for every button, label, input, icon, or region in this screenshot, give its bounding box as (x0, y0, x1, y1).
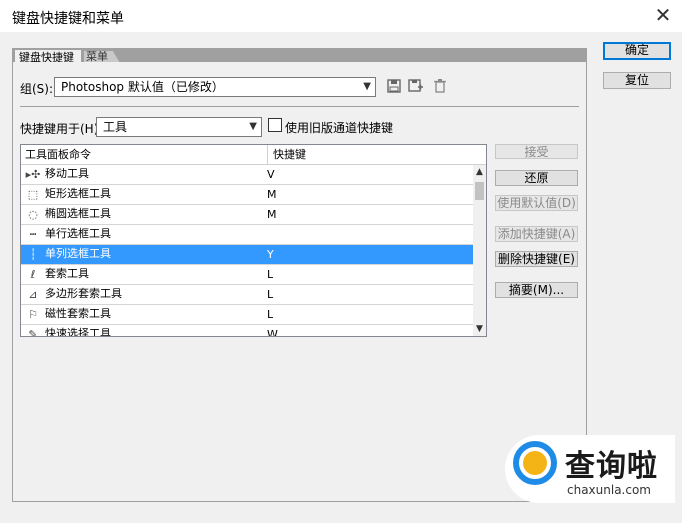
shortcut-for-select[interactable]: 工具 ▼ (96, 117, 262, 137)
move-tool-icon: ▸✣ (25, 168, 41, 181)
watermark-brand: 查询啦 (565, 449, 658, 484)
shortcut-key[interactable]: V (267, 165, 275, 185)
scroll-down-icon[interactable]: ▼ (473, 322, 486, 336)
legacy-channel-shortcuts-checkbox[interactable] (268, 118, 282, 132)
table-row[interactable]: ℓ 套索工具 L (21, 265, 473, 285)
logo-dot-icon (523, 451, 547, 475)
ok-button[interactable]: 确定 (603, 42, 671, 60)
command-name: 椭圆选框工具 (45, 207, 111, 220)
table-row[interactable]: ▸✣ 移动工具 V (21, 165, 473, 185)
shortcut-key[interactable]: M (267, 185, 277, 205)
command-name: 多边形套索工具 (45, 287, 122, 300)
window-title: 键盘快捷键和菜单 (12, 11, 124, 27)
delete-shortcut-button[interactable]: 删除快捷键(E) (495, 251, 578, 267)
accept-button[interactable]: 接受 (495, 144, 578, 159)
group-select[interactable]: Photoshop 默认值（已修改） ▼ (54, 77, 376, 97)
shortcuts-table: 工具面板命令 快捷键 ▸✣ 移动工具 V ⬚ 矩形选框工具 M ◌ 椭圆选框工具… (20, 144, 487, 337)
use-default-button[interactable]: 使用默认值(D) (495, 195, 578, 211)
command-name: 磁性套索工具 (45, 307, 111, 320)
command-name: 矩形选框工具 (45, 187, 111, 200)
watermark-logo: 查询啦 chaxunla.com (505, 435, 675, 503)
chevron-down-icon: ▼ (249, 121, 257, 132)
command-name: 单行选框工具 (45, 227, 111, 240)
command-name: 单列选框工具 (45, 247, 111, 260)
legacy-channel-shortcuts-label: 使用旧版通道快捷键 (285, 121, 394, 135)
elliptical-marquee-icon: ◌ (28, 208, 38, 221)
table-row[interactable]: ◌ 椭圆选框工具 M (21, 205, 473, 225)
shortcut-key[interactable]: W (267, 325, 278, 336)
column-header-command[interactable]: 工具面板命令 (21, 145, 268, 165)
command-name: 移动工具 (45, 167, 89, 180)
table-row[interactable]: ┅ 单行选框工具 (21, 225, 473, 245)
save-icon[interactable] (386, 79, 402, 95)
shortcut-key[interactable]: M (267, 205, 277, 225)
table-row[interactable]: ⊿ 多边形套索工具 L (21, 285, 473, 305)
table-row[interactable]: ✎ 快速选择工具 W (21, 325, 473, 337)
command-name: 套索工具 (45, 267, 89, 280)
table-header: 工具面板命令 快捷键 (21, 145, 486, 165)
group-select-value: Photoshop 默认值（已修改） (61, 80, 224, 94)
column-header-shortcut[interactable]: 快捷键 (269, 145, 469, 165)
vertical-scrollbar[interactable]: ▲ ▼ (473, 165, 486, 336)
separator (20, 106, 579, 107)
scroll-thumb[interactable] (475, 182, 484, 200)
add-shortcut-button[interactable]: 添加快捷键(A) (495, 226, 578, 242)
shortcut-for-value: 工具 (103, 120, 128, 134)
watermark-domain: chaxunla.com (567, 483, 651, 497)
summarize-button[interactable]: 摘要(M)... (495, 282, 578, 298)
magnetic-lasso-icon: ⚐ (28, 308, 38, 321)
scroll-up-icon[interactable]: ▲ (473, 165, 486, 179)
chevron-down-icon: ▼ (363, 81, 371, 92)
group-label: 组(S): (20, 82, 54, 96)
reset-button[interactable]: 复位 (603, 72, 671, 89)
quick-selection-icon: ✎ (28, 328, 38, 337)
table-row[interactable]: ⬚ 矩形选框工具 M (21, 185, 473, 205)
shortcut-key[interactable]: L (267, 265, 273, 285)
single-row-marquee-icon: ┅ (29, 228, 37, 241)
single-column-marquee-icon: ┆ (29, 248, 37, 261)
rectangular-marquee-icon: ⬚ (27, 188, 39, 201)
table-row[interactable]: ⚐ 磁性套索工具 L (21, 305, 473, 325)
shortcut-for-label: 快捷键用于(H): (20, 122, 103, 136)
undo-button[interactable]: 还原 (495, 170, 578, 186)
shortcut-key[interactable]: Y (267, 245, 274, 265)
polygonal-lasso-icon: ⊿ (28, 288, 38, 301)
command-name: 快速选择工具 (45, 327, 111, 337)
save-as-icon[interactable] (408, 79, 424, 95)
shortcut-key[interactable]: L (267, 285, 273, 305)
delete-icon[interactable] (432, 79, 448, 95)
close-icon[interactable]: ✕ (652, 3, 674, 27)
lasso-icon: ℓ (30, 268, 36, 281)
table-row-selected[interactable]: ┆ 单列选框工具 Y (21, 245, 473, 265)
shortcut-key[interactable]: L (267, 305, 273, 325)
